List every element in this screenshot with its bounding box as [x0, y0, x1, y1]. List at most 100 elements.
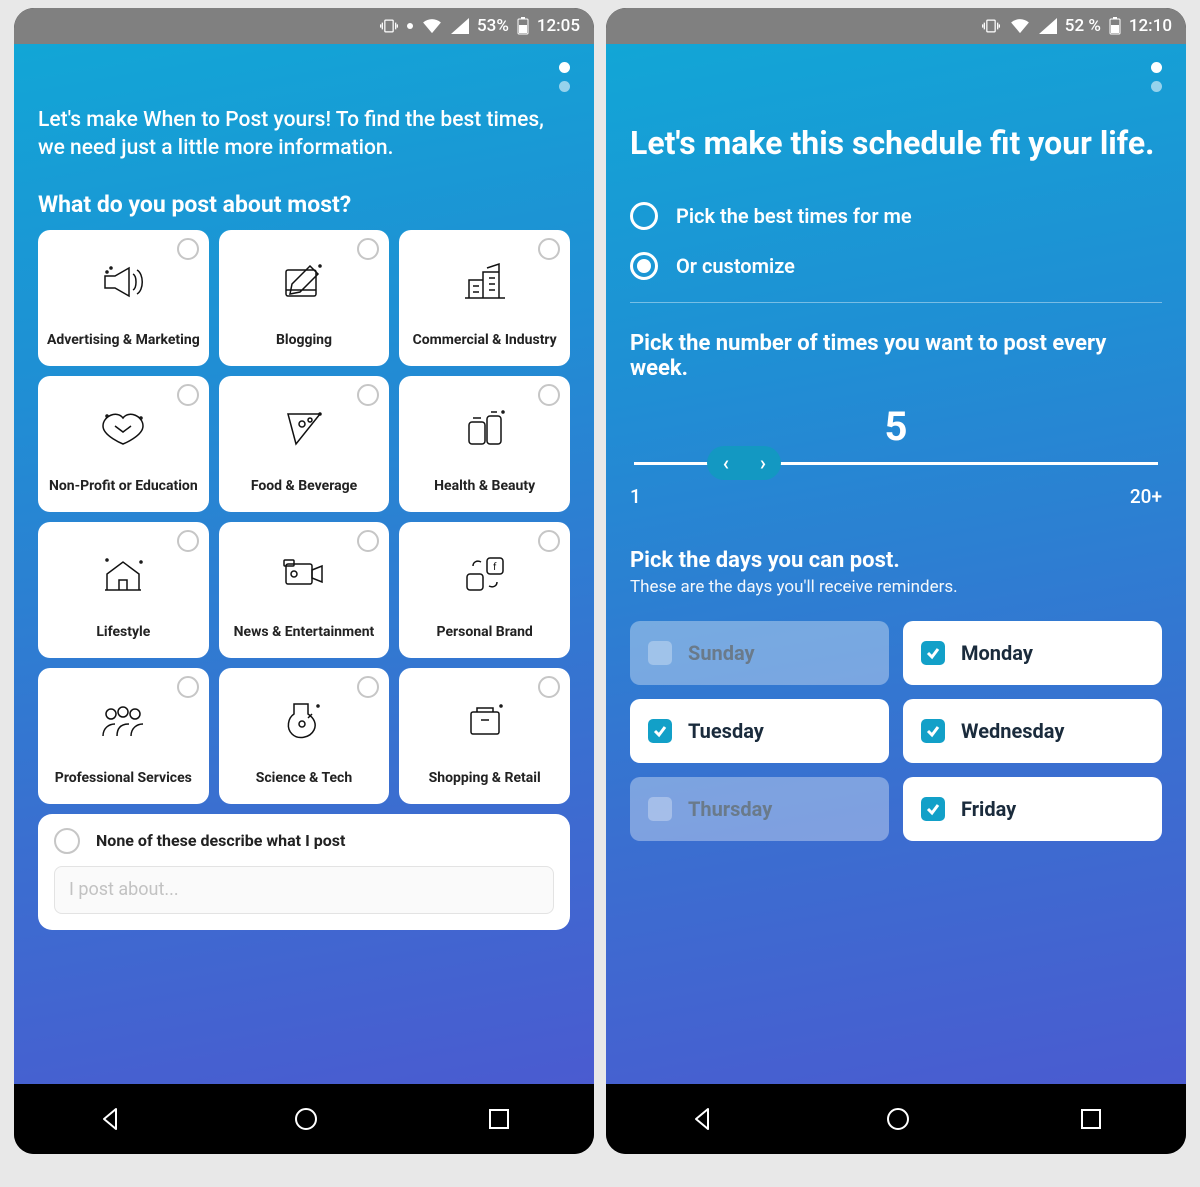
option-customize[interactable]: Or customize	[630, 252, 1162, 280]
clock: 12:05	[537, 16, 580, 36]
category-card[interactable]: Lifestyle	[38, 522, 209, 658]
category-icon	[97, 240, 149, 324]
category-card[interactable]: f Personal Brand	[399, 522, 570, 658]
radio-checked-icon	[630, 252, 658, 280]
wifi-icon	[421, 18, 443, 34]
category-icon	[459, 240, 511, 324]
vibrate-icon	[981, 18, 1001, 34]
category-label: News & Entertainment	[234, 616, 375, 648]
category-label: Food & Beverage	[251, 470, 357, 502]
category-card[interactable]: Commercial & Industry	[399, 230, 570, 366]
category-label: Advertising & Marketing	[47, 324, 200, 356]
category-label: Shopping & Retail	[429, 762, 541, 794]
category-card[interactable]: Non-Profit or Education	[38, 376, 209, 512]
battery-percent: 53%	[477, 16, 509, 36]
day-toggle[interactable]: Friday	[903, 777, 1162, 841]
page-title: Let's make this schedule fit your life.	[630, 124, 1162, 162]
back-icon[interactable]	[690, 1106, 716, 1132]
checkbox-checked-icon	[921, 719, 945, 743]
category-icon	[280, 678, 328, 762]
select-circle	[357, 238, 379, 260]
category-icon	[280, 386, 328, 470]
select-circle	[538, 238, 560, 260]
custom-topic-input[interactable]	[54, 866, 554, 914]
none-label: None of these describe what I post	[96, 831, 345, 850]
slider-track: ‹ ›	[634, 462, 1158, 465]
svg-text:f: f	[493, 561, 497, 573]
intro-text: Let's make When to Post yours! To find t…	[38, 106, 570, 163]
battery-icon	[517, 17, 529, 35]
category-label: Personal Brand	[437, 616, 533, 648]
category-card[interactable]: Shopping & Retail	[399, 668, 570, 804]
slider-thumb[interactable]: ‹ ›	[707, 446, 781, 480]
slider-max-label: 20+	[1130, 485, 1162, 508]
category-icon	[461, 386, 509, 470]
day-toggle[interactable]: Monday	[903, 621, 1162, 685]
category-icon	[461, 678, 509, 762]
category-label: Commercial & Industry	[413, 324, 557, 356]
category-card[interactable]: Blogging	[219, 230, 390, 366]
chevron-right-icon: ›	[760, 453, 766, 473]
category-icon	[97, 678, 149, 762]
none-card[interactable]: None of these describe what I post	[38, 814, 570, 930]
vibrate-icon	[379, 18, 399, 34]
day-toggle[interactable]: Sunday	[630, 621, 889, 685]
days-grid: Sunday Monday Tuesday Wednesday Thursday Frid…	[630, 621, 1162, 841]
status-bar: 52 % 12:10	[606, 8, 1186, 44]
radio-unchecked-icon	[630, 202, 658, 230]
category-card[interactable]: Health & Beauty	[399, 376, 570, 512]
checkbox-checked-icon	[648, 719, 672, 743]
slider-min-label: 1	[630, 485, 641, 508]
day-label: Friday	[961, 797, 1016, 821]
option-auto-label: Pick the best times for me	[676, 204, 912, 228]
back-icon[interactable]	[98, 1106, 124, 1132]
recents-icon[interactable]	[1080, 1108, 1102, 1130]
select-circle	[538, 384, 560, 406]
checkbox-unchecked-icon	[648, 797, 672, 821]
topics-screen: Let's make When to Post yours! To find t…	[14, 44, 594, 1084]
day-toggle[interactable]: Tuesday	[630, 699, 889, 763]
category-label: Blogging	[276, 324, 332, 356]
day-label: Wednesday	[961, 719, 1064, 743]
none-radio[interactable]	[54, 828, 80, 854]
android-nav-bar	[606, 1084, 1186, 1154]
days-question: Pick the days you can post.	[630, 548, 1162, 573]
select-circle	[357, 530, 379, 552]
day-label: Sunday	[688, 641, 755, 665]
schedule-screen: Let's make this schedule fit your life. …	[606, 44, 1186, 1084]
home-icon[interactable]	[293, 1106, 319, 1132]
day-label: Tuesday	[688, 719, 764, 743]
clock: 12:10	[1129, 16, 1172, 36]
frequency-value: 5	[630, 403, 1162, 450]
select-circle	[177, 676, 199, 698]
select-circle	[357, 676, 379, 698]
divider	[630, 302, 1162, 303]
phone-onboarding-topics: 53% 12:05 Let's make When to Post yours!…	[14, 8, 594, 1154]
category-card[interactable]: Advertising & Marketing	[38, 230, 209, 366]
home-icon[interactable]	[885, 1106, 911, 1132]
frequency-slider[interactable]: 5 ‹ › 1 20+	[630, 403, 1162, 508]
day-toggle[interactable]: Thursday	[630, 777, 889, 841]
days-subtext: These are the days you'll receive remind…	[630, 577, 1162, 597]
category-label: Science & Tech	[256, 762, 352, 794]
select-circle	[177, 384, 199, 406]
battery-icon	[1109, 17, 1121, 35]
category-icon	[97, 386, 149, 470]
category-label: Health & Beauty	[434, 470, 535, 502]
checkbox-unchecked-icon	[648, 641, 672, 665]
category-card[interactable]: Science & Tech	[219, 668, 390, 804]
checkbox-checked-icon	[921, 797, 945, 821]
select-circle	[177, 530, 199, 552]
category-icon	[278, 532, 330, 616]
android-nav-bar	[14, 1084, 594, 1154]
chevron-left-icon: ‹	[723, 453, 729, 473]
category-card[interactable]: Food & Beverage	[219, 376, 390, 512]
day-toggle[interactable]: Wednesday	[903, 699, 1162, 763]
select-circle	[538, 676, 560, 698]
category-card[interactable]: News & Entertainment	[219, 522, 390, 658]
option-auto[interactable]: Pick the best times for me	[630, 202, 1162, 230]
select-circle	[538, 530, 560, 552]
recents-icon[interactable]	[488, 1108, 510, 1130]
category-card[interactable]: Professional Services	[38, 668, 209, 804]
category-label: Professional Services	[55, 762, 192, 794]
